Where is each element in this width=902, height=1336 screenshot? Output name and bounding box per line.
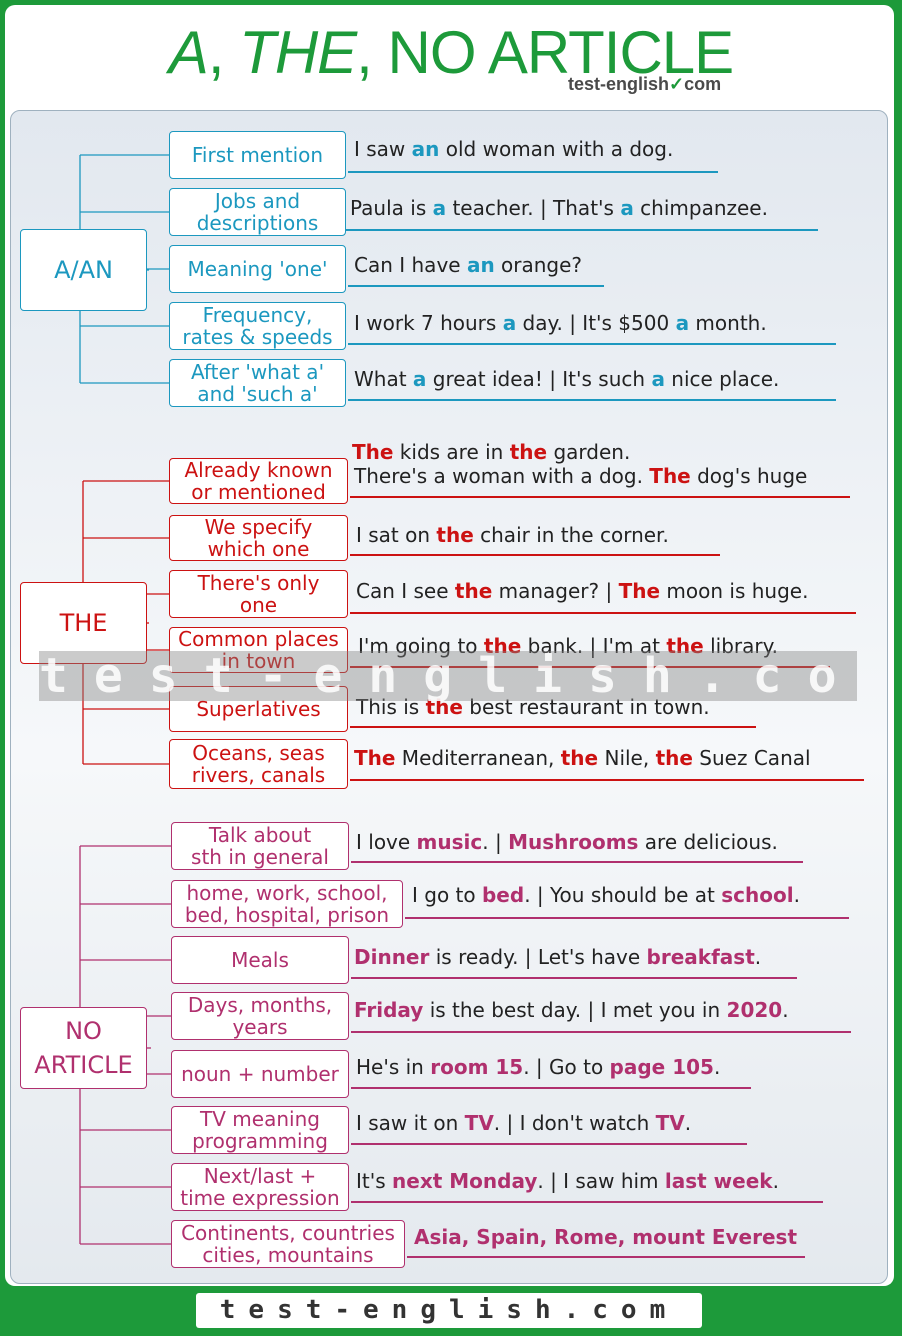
example-underline [351, 861, 803, 863]
highlighted-word: Mushrooms [508, 830, 639, 854]
highlighted-word: The [354, 746, 396, 770]
example-underline [351, 1087, 751, 1089]
category-2: NO ARTICLE [20, 1007, 147, 1089]
highlighted-word: an [466, 253, 495, 277]
highlighted-word: the [454, 579, 493, 603]
example-underline [346, 229, 818, 231]
highlighted-word: a [651, 367, 665, 391]
highlighted-word: the [560, 746, 599, 770]
example-sentence: I love music. | Mushrooms are delicious. [356, 830, 778, 854]
example-sentence: I go to bed. | You should be at school. [412, 883, 800, 907]
example-sentence: Paula is a teacher. | That's a chimpanze… [350, 196, 768, 220]
rule-label: Already known or mentioned [169, 458, 348, 504]
highlighted-word: a [502, 311, 517, 335]
rule-label: Continents, countries cities, mountains [171, 1220, 405, 1268]
example-sentence: There's a woman with a dog. The dog's hu… [354, 464, 808, 488]
highlighted-word: bed [481, 883, 525, 907]
highlighted-word: TV [464, 1111, 494, 1135]
highlighted-word: a [412, 367, 427, 391]
rule-label: After 'what a' and 'such a' [169, 359, 346, 407]
highlighted-word: Asia, Spain, Rome, mount Everest [414, 1225, 798, 1249]
example-underline [351, 1201, 823, 1203]
rule-label: Jobs and descriptions [169, 188, 346, 236]
rule-label: Meals [171, 936, 349, 984]
highlighted-word: the [436, 523, 474, 547]
example-sentence: Friday is the best day. | I met you in 2… [354, 998, 789, 1022]
example-underline [405, 917, 849, 919]
example-underline [351, 977, 797, 979]
highlighted-word: page 105 [609, 1055, 714, 1079]
highlighted-word: breakfast [646, 945, 755, 969]
rule-label: Frequency, rates & speeds [169, 302, 346, 350]
example-sentence: Can I see the manager? | The moon is hug… [356, 579, 809, 603]
rule-label: Meaning 'one' [169, 245, 346, 293]
highlighted-word: a [675, 311, 690, 335]
highlighted-word: Friday [354, 998, 424, 1022]
example-sentence: He's in room 15. | Go to page 105. [356, 1055, 721, 1079]
highlighted-word: The [352, 440, 394, 464]
example-underline [348, 399, 836, 401]
example-underline [351, 1143, 747, 1145]
highlighted-word: The [649, 464, 691, 488]
rule-label: We specify which one [169, 515, 348, 561]
footer-brand: test-english.com [196, 1293, 702, 1328]
example-underline [350, 779, 864, 781]
example-sentence: It's next Monday. | I saw him last week. [356, 1169, 779, 1193]
rule-label: First mention [169, 131, 346, 179]
highlighted-word: a [432, 196, 447, 220]
example-underline [350, 496, 850, 498]
highlighted-word: next Monday [392, 1169, 538, 1193]
rule-label: Days, months, years [171, 992, 349, 1040]
highlighted-word: the [509, 440, 548, 464]
example-underline [407, 1256, 805, 1258]
example-sentence: Asia, Spain, Rome, mount Everest [414, 1224, 797, 1250]
highlighted-word: The [618, 579, 661, 603]
highlighted-word: the [655, 746, 693, 770]
highlighted-word: a [620, 196, 634, 220]
example-underline [348, 285, 604, 287]
highlighted-word: room 15 [430, 1055, 524, 1079]
example-underline [350, 612, 856, 614]
rule-label: home, work, school, bed, hospital, prison [171, 880, 403, 928]
example-sentence: Dinner is ready. | Let's have breakfast. [354, 945, 762, 969]
rule-label: TV meaning programming [171, 1106, 349, 1154]
example-sentence: I sat on the chair in the corner. [356, 523, 669, 547]
example-sentence: I work 7 hours a day. | It's $500 a mont… [354, 311, 767, 335]
category-0: A/AN [20, 229, 147, 311]
highlighted-word: music [416, 830, 483, 854]
example-underline [350, 726, 756, 728]
rule-label: Oceans, seas rivers, canals [169, 739, 348, 789]
rule-label: Next/last + time expression [171, 1163, 349, 1211]
example-underline [351, 1031, 851, 1033]
watermark: test-english.com [39, 651, 857, 701]
highlighted-word: 2020 [726, 998, 783, 1022]
rule-label: noun + number [171, 1050, 349, 1098]
rule-label: Talk about sth in general [171, 822, 349, 870]
highlighted-word: an [411, 137, 440, 161]
example-underline [348, 171, 718, 173]
example-underline [350, 554, 720, 556]
highlighted-word: TV [655, 1111, 685, 1135]
highlighted-word: Dinner [354, 945, 430, 969]
example-sentence: I saw it on TV. | I don't watch TV. [356, 1111, 692, 1135]
highlighted-word: last week [664, 1169, 773, 1193]
example-underline [348, 343, 836, 345]
example-sentence: What a great idea! | It's such a nice pl… [354, 367, 780, 391]
example-sentence: Can I have an orange? [354, 253, 583, 277]
example-sentence: The kids are in the garden. [352, 440, 631, 464]
rule-label: There's only one [169, 570, 348, 618]
example-sentence: The Mediterranean, the Nile, the Suez Ca… [354, 746, 811, 770]
highlighted-word: school [721, 883, 794, 907]
example-sentence: I saw an old woman with a dog. [354, 137, 674, 161]
